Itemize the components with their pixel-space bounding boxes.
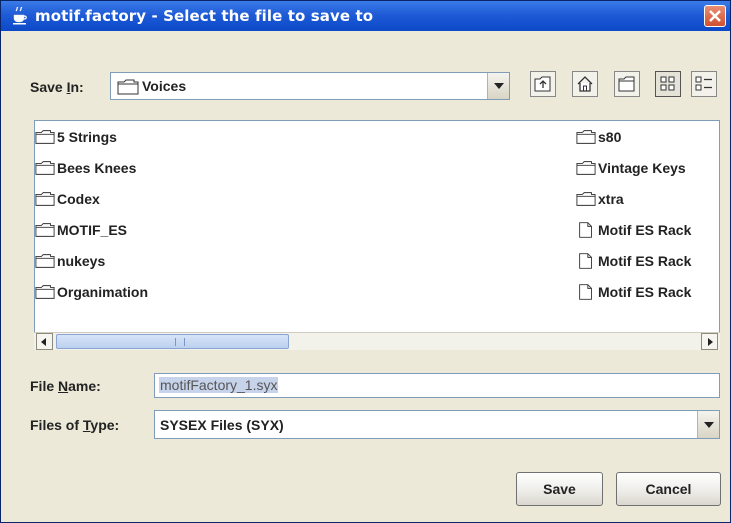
list-item-label: s80 xyxy=(598,129,622,145)
list-item-label: Motif ES Rack xyxy=(598,222,692,238)
files-of-type-label: Files of Type: xyxy=(30,417,120,433)
folder-list-item[interactable]: Organimation xyxy=(35,281,148,303)
folder-list-item[interactable]: 5 Strings xyxy=(35,126,117,148)
folder-list-item[interactable]: nukeys xyxy=(35,250,105,272)
close-button[interactable] xyxy=(704,5,726,27)
files-of-type-dropdown-arrow[interactable] xyxy=(697,411,719,438)
file-list-item[interactable]: Motif ES Rack xyxy=(576,219,691,241)
folder-list-item[interactable]: xtra xyxy=(576,188,624,210)
file-icon xyxy=(579,284,592,300)
details-view-button[interactable] xyxy=(691,71,717,97)
up-one-level-icon xyxy=(534,76,551,92)
folder-icon xyxy=(35,161,55,175)
list-item-label: xtra xyxy=(598,191,624,207)
file-icon xyxy=(579,253,592,269)
new-folder-icon xyxy=(618,76,635,92)
file-icon xyxy=(579,222,592,238)
new-folder-button[interactable] xyxy=(614,71,640,97)
java-cup-icon xyxy=(13,7,27,25)
title-bar[interactable]: motif.factory - Select the file to save … xyxy=(1,1,730,31)
window-title: motif.factory - Select the file to save … xyxy=(35,7,374,25)
list-item-label: Organimation xyxy=(57,284,149,300)
details-view-icon xyxy=(695,76,712,91)
up-one-level-button[interactable] xyxy=(530,71,556,97)
folder-icon xyxy=(35,223,55,237)
close-icon xyxy=(709,10,721,22)
folder-icon xyxy=(576,192,596,206)
list-item-label: Bees Knees xyxy=(57,160,137,176)
file-list-item[interactable]: Motif ES Rack xyxy=(576,281,691,303)
files-of-type-combo[interactable]: SYSEX Files (SYX) xyxy=(154,410,720,439)
folder-icon xyxy=(35,285,55,299)
files-of-type-value: SYSEX Files (SYX) xyxy=(160,417,284,433)
folder-list-item[interactable]: Bees Knees xyxy=(35,157,136,179)
file-list[interactable]: 5 Strings Bees Knees Codex MOTIF_ESnukeys Or… xyxy=(34,120,720,350)
file-name-value: motifFactory_1.syx xyxy=(159,377,279,393)
folder-icon xyxy=(35,130,55,144)
list-view-button[interactable] xyxy=(655,71,681,97)
scroll-right-button[interactable] xyxy=(701,333,718,350)
file-list-item[interactable]: Motif ES Rack xyxy=(576,250,691,272)
save-in-combo[interactable]: Voices xyxy=(110,72,510,100)
list-item-label: MOTIF_ES xyxy=(57,222,128,238)
list-item-label: Codex xyxy=(57,191,100,207)
list-item-label: Motif ES Rack xyxy=(598,253,692,269)
cancel-button[interactable]: Cancel xyxy=(616,472,721,506)
save-button[interactable]: Save xyxy=(516,472,603,506)
folder-list-item[interactable]: s80 xyxy=(576,126,621,148)
save-in-value: Voices xyxy=(142,78,187,94)
list-item-label: nukeys xyxy=(57,253,106,269)
save-in-label: Save In: xyxy=(30,79,84,95)
folder-list-item[interactable]: MOTIF_ES xyxy=(35,219,127,241)
home-icon xyxy=(577,76,593,92)
folder-list-item[interactable]: Codex xyxy=(35,188,100,210)
scroll-thumb[interactable] xyxy=(56,334,289,349)
folder-list-item[interactable]: Vintage Keys xyxy=(576,157,686,179)
file-save-dialog: motif.factory - Select the file to save … xyxy=(0,0,731,523)
home-button[interactable] xyxy=(572,71,598,97)
file-name-label: File Name: xyxy=(30,378,101,394)
scroll-left-button[interactable] xyxy=(36,333,53,350)
folder-icon xyxy=(35,254,55,268)
folder-icon xyxy=(117,79,139,95)
folder-icon xyxy=(576,161,596,175)
list-view-icon xyxy=(660,76,675,91)
list-item-label: Motif ES Rack xyxy=(598,284,692,300)
folder-icon xyxy=(576,130,596,144)
folder-icon xyxy=(35,192,55,206)
file-name-input[interactable]: motifFactory_1.syx xyxy=(154,373,720,398)
list-item-label: Vintage Keys xyxy=(598,160,686,176)
horizontal-scrollbar[interactable] xyxy=(34,332,720,350)
list-item-label: 5 Strings xyxy=(57,129,117,145)
save-in-dropdown-arrow[interactable] xyxy=(487,73,509,99)
